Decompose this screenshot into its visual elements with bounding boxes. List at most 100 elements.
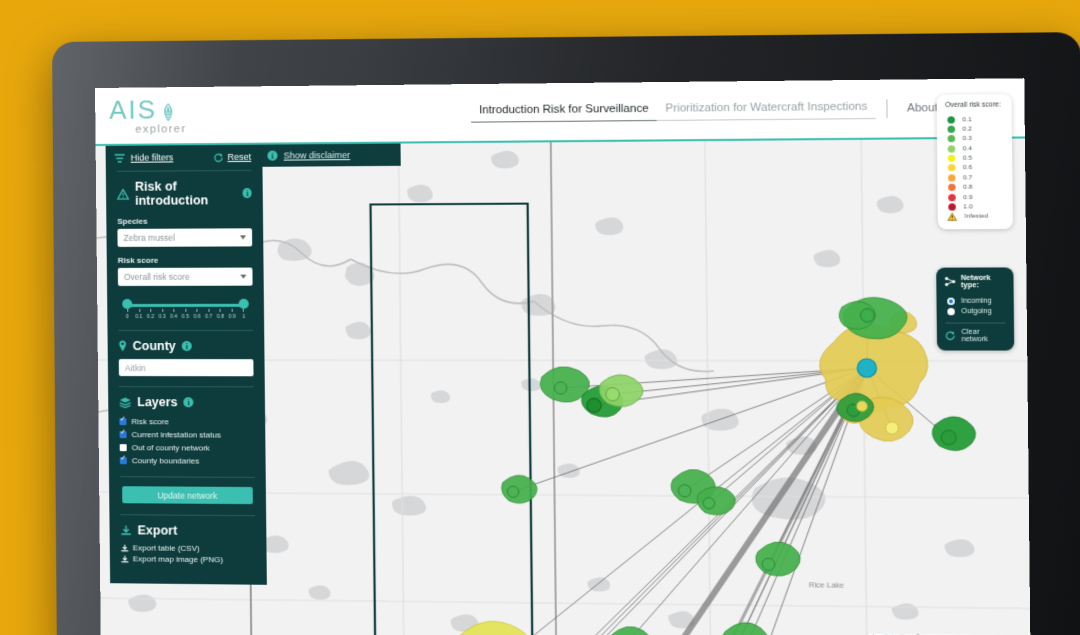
legend-row: 0.6 (946, 163, 1004, 173)
layer-label: Risk score (131, 417, 169, 427)
hide-filters-button[interactable]: Hide filters (114, 152, 174, 163)
network-nodes-icon (944, 276, 956, 287)
risk-score-legend: Overall risk score: 0.1 0.2 0.3 0.4 0.5 … (936, 93, 1013, 229)
legend-value: 1.0 (963, 203, 973, 211)
legend-row: 0.3 (945, 134, 1003, 144)
slider-tick-label: 0 (125, 313, 129, 320)
screenshot-stage: AIS explorer Introduction Risk for Surve… (0, 0, 1080, 635)
layer-label: Current infestation status (131, 430, 221, 440)
county-input-value: Aitkin (124, 362, 146, 373)
network-option-outgoing[interactable]: Outgoing (945, 306, 1005, 316)
export-link-label: Export table (CSV) (132, 543, 200, 553)
legend-color-dot (947, 144, 956, 153)
tab-prioritization-inspections[interactable]: Prioritization for Watercraft Inspection… (656, 98, 877, 122)
legend-value: 0.9 (963, 193, 973, 201)
checkbox-infestation-status[interactable] (119, 431, 127, 439)
show-disclaimer-label[interactable]: Show disclaimer (284, 150, 351, 161)
sidebar-toolbar: Hide filters Reset (106, 145, 263, 169)
species-select[interactable]: Zebra mussel (117, 228, 253, 247)
tab-introduction-risk[interactable]: Introduction Risk for Surveillance (470, 100, 658, 123)
radio-incoming[interactable] (947, 297, 955, 305)
legend-value: 0.6 (962, 164, 973, 172)
county-input[interactable]: Aitkin (118, 359, 254, 377)
slider-tick-label: 0.8 (216, 313, 225, 320)
clear-network-label: Clear network (961, 328, 988, 344)
app-screen: AIS explorer Introduction Risk for Surve… (95, 78, 1031, 635)
legend-row: 0.5 (946, 153, 1004, 163)
layer-label: County boundaries (131, 456, 200, 466)
filters-sidebar: Hide filters Reset Risk of introduction … (105, 144, 267, 585)
hide-filters-label: Hide filters (130, 152, 174, 163)
section-title-export: Export (137, 523, 178, 538)
legend-infested-label: Infested (964, 212, 989, 221)
section-risk-of-introduction: Risk of introduction i (106, 179, 263, 208)
network-option-label: Incoming (961, 297, 992, 305)
species-value: Zebra mussel (123, 232, 176, 243)
network-type-label: Network type: (960, 274, 991, 290)
checkbox-risk-score[interactable] (119, 418, 127, 426)
legend-value: 0.4 (962, 144, 972, 153)
info-icon[interactable]: i (242, 188, 252, 199)
laptop-screen-frame: AIS explorer Introduction Risk for Surve… (95, 78, 1031, 635)
slider-tick-label: 0.1 (135, 313, 143, 320)
reset-button[interactable]: Reset (214, 152, 251, 162)
risk-score-label: Risk score (117, 255, 159, 265)
slider-tick-label: 0.9 (228, 313, 236, 320)
hamburger-icon (114, 153, 125, 162)
network-option-incoming[interactable]: Incoming (945, 296, 1005, 306)
slider-handle-min[interactable] (122, 298, 133, 309)
refresh-icon (214, 153, 223, 162)
warning-triangle-icon (117, 188, 130, 200)
legend-value: 0.1 (962, 115, 972, 123)
section-title-county: County (132, 339, 176, 354)
clear-network-button[interactable]: Clear network (945, 329, 1005, 344)
layer-item-infestation-status[interactable]: Current infestation status (109, 428, 266, 442)
checkbox-county-boundaries[interactable] (119, 457, 127, 465)
legend-color-dot (947, 154, 956, 162)
download-icon (121, 554, 129, 562)
info-icon[interactable]: i (181, 341, 192, 352)
legend-row: 0.1 (945, 114, 1003, 124)
legend-row: 0.2 (945, 124, 1003, 134)
legend-color-dot (947, 125, 956, 133)
section-county: County i (108, 339, 265, 353)
map-pin-icon (119, 340, 127, 352)
export-map-png-link[interactable]: Export map image (PNG) (110, 553, 267, 566)
legend-color-dot (948, 193, 956, 201)
slider-tick-label: 0.6 (193, 313, 201, 320)
sidebar-divider-5 (120, 514, 256, 517)
layers-icon (119, 396, 131, 408)
info-icon: i (267, 150, 278, 161)
layer-item-county-boundaries[interactable]: County boundaries (109, 454, 266, 468)
update-network-button[interactable]: Update network (122, 486, 253, 505)
chevron-down-icon (240, 274, 247, 279)
slider-track (127, 303, 244, 307)
sidebar-divider-2 (118, 329, 254, 332)
legend-color-dot (947, 174, 956, 182)
slider-ticks (127, 308, 244, 312)
slider-tick-label: 0.4 (170, 313, 178, 320)
legend-color-dot (948, 183, 956, 192)
slider-tick-label: 1 (242, 313, 246, 320)
risk-score-value: Overall risk score (123, 271, 190, 282)
chevron-down-icon (239, 235, 247, 240)
network-option-label: Outgoing (961, 307, 992, 315)
checkbox-out-of-county-network[interactable] (119, 444, 127, 452)
risk-score-select[interactable]: Overall risk score (117, 267, 253, 286)
slider-tick-labels: 0 0.1 0.2 0.3 0.4 0.5 0.6 0.7 0.8 0.9 1 (122, 314, 249, 320)
info-icon[interactable]: i (183, 397, 194, 408)
nav-divider (886, 99, 888, 118)
zebra-mussel-icon (160, 102, 176, 122)
app-logo[interactable]: AIS explorer (109, 94, 186, 136)
legend-row: 0.7 (946, 173, 1004, 183)
risk-score-range-slider[interactable]: 0 0.1 0.2 0.3 0.4 0.5 0.6 0.7 0.8 0.9 1 (122, 298, 249, 328)
layer-item-risk-score[interactable]: Risk score (108, 415, 265, 429)
layer-item-out-of-county-network[interactable]: Out of county network (109, 441, 266, 455)
download-icon (121, 524, 132, 536)
legend-color-dot (947, 135, 956, 143)
slider-handle-max[interactable] (238, 298, 249, 309)
legend-color-dot (947, 164, 956, 172)
legend-title: Overall risk score: (945, 101, 1001, 110)
show-disclaimer-bar[interactable]: i Show disclaimer (258, 143, 401, 167)
radio-outgoing[interactable] (947, 307, 955, 315)
